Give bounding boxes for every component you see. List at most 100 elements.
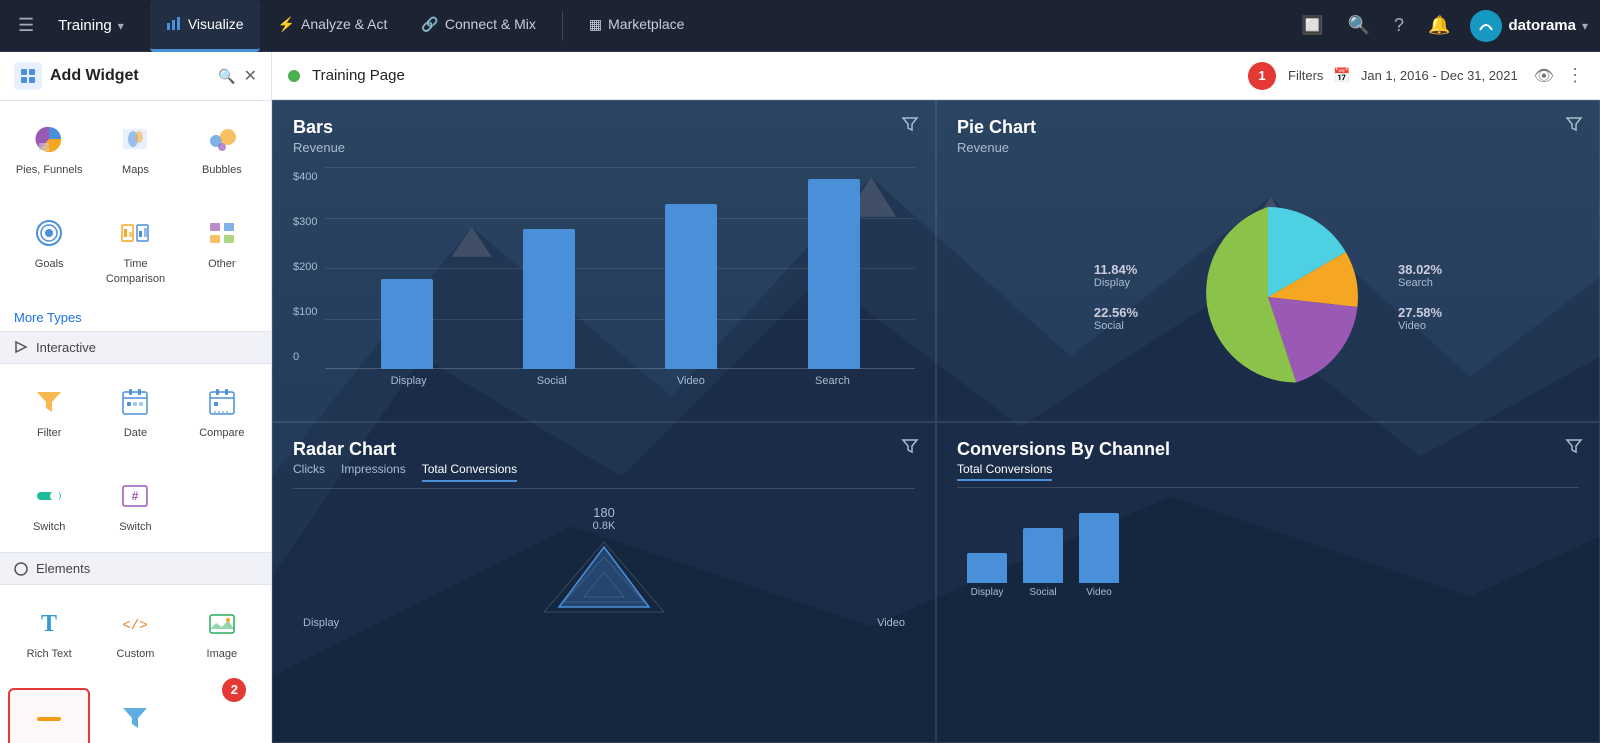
- pie-area: 11.84% Display 22.56% Social: [957, 167, 1579, 422]
- sidebar-header: Add Widget 🔍 ✕: [0, 52, 271, 101]
- widget-maps[interactable]: Maps: [94, 109, 176, 187]
- other-icon: [202, 213, 242, 253]
- page-name: Training Page: [312, 67, 1196, 84]
- training-label: Training: [58, 17, 112, 34]
- pie-subtitle: Revenue: [957, 140, 1579, 155]
- rich-text-label: Rich Text: [27, 647, 72, 661]
- conv-title: Conversions By Channel: [957, 439, 1579, 460]
- conv-label-display: Display: [971, 587, 1004, 598]
- connect-icon: 🔗: [421, 16, 438, 33]
- tab-clicks[interactable]: Clicks: [293, 462, 325, 482]
- notification-icon[interactable]: 🔔: [1424, 11, 1454, 40]
- interactive-widgets-grid: Filter Date Compare: [0, 364, 271, 458]
- bar-social-rect: [523, 229, 575, 369]
- legend-social: 22.56% Social: [1094, 305, 1138, 332]
- more-types-link[interactable]: More Types: [0, 304, 271, 331]
- sidebar-search-icon[interactable]: 🔍: [218, 68, 235, 85]
- pies-funnels-label: Pies, Funnels: [16, 163, 83, 177]
- hamburger-icon[interactable]: ☰: [12, 9, 40, 42]
- widget-switch1[interactable]: Switch: [8, 466, 90, 544]
- nav-right: 🔲 🔍 ? 🔔 datorama ▾: [1297, 10, 1588, 42]
- bar-social: [523, 229, 575, 369]
- training-dropdown[interactable]: Training ▾: [48, 11, 134, 40]
- filter-label: Filter: [37, 426, 61, 440]
- filters-label: Filters: [1288, 68, 1323, 83]
- y-label-100: $100: [293, 306, 317, 318]
- help-icon[interactable]: ?: [1390, 11, 1408, 40]
- custom-icon: </>: [115, 603, 155, 643]
- bar-chart-area: $400 $300 $200 $100 0: [293, 167, 915, 387]
- tab-connect[interactable]: 🔗 Connect & Mix: [405, 0, 551, 52]
- radar-label-display: Display: [303, 617, 339, 629]
- page-header: Training Page + 1 Filters 📅 Jan 1, 2016 …: [272, 52, 1600, 100]
- sidebar-close-icon[interactable]: ✕: [244, 66, 257, 86]
- filter-widget-icon: [29, 382, 69, 422]
- x-label-search: Search: [815, 375, 850, 387]
- svg-text:</>: </>: [123, 618, 148, 634]
- image-icon: [202, 603, 242, 643]
- widget-custom[interactable]: </> Custom: [94, 593, 176, 671]
- elements-widgets-grid: T Rich Text </> Custom Image: [0, 585, 271, 679]
- analyze-icon: ⚡: [278, 16, 295, 33]
- widget-time-comparison[interactable]: Time Comparison: [94, 203, 176, 296]
- top-nav: ☰ Training ▾ Visualize ⚡ Analyze & Act 🔗…: [0, 0, 1600, 52]
- widget-icon: [14, 62, 42, 90]
- pie-filter-icon[interactable]: [1565, 115, 1583, 138]
- tab-total-conversions[interactable]: Total Conversions: [422, 462, 517, 482]
- calendar-icon[interactable]: 📅: [1333, 67, 1350, 84]
- conv-bars: Display Social Video: [957, 498, 1579, 598]
- bars-subtitle: Revenue: [293, 140, 915, 155]
- widget-headers[interactable]: Headers: [8, 688, 90, 743]
- conv-tab-total[interactable]: Total Conversions: [957, 462, 1052, 481]
- widget-goals[interactable]: Goals: [8, 203, 90, 296]
- radar-svg: [534, 532, 674, 632]
- nav-tabs: Visualize ⚡ Analyze & Act 🔗 Connect & Mi…: [150, 0, 701, 52]
- maps-label: Maps: [122, 163, 149, 177]
- pie-legend-left: 11.84% Display 22.56% Social: [1094, 262, 1138, 332]
- search-icon[interactable]: 🔍: [1344, 11, 1374, 40]
- radar-filter-icon[interactable]: [901, 437, 919, 460]
- tab-marketplace[interactable]: ▦ Marketplace: [573, 0, 701, 52]
- visualize-icon: [166, 15, 182, 34]
- widget-switch2[interactable]: # Switch: [94, 466, 176, 544]
- bar-display: [381, 279, 433, 369]
- widget-bubbles[interactable]: Bubbles: [181, 109, 263, 187]
- widget-rich-text[interactable]: T Rich Text: [8, 593, 90, 671]
- pie-chart: Pie Chart Revenue 11.84% Display 22.56% …: [936, 100, 1600, 422]
- radar-center: 180 0.8K: [534, 505, 674, 632]
- widget-other[interactable]: Other: [181, 203, 263, 296]
- brand: datorama ▾: [1470, 10, 1588, 42]
- tab-analyze-label: Analyze & Act: [301, 16, 387, 32]
- radar-value-08k: 0.8K: [593, 520, 616, 532]
- bars-filter-icon[interactable]: [901, 115, 919, 138]
- tab-impressions[interactable]: Impressions: [341, 462, 406, 482]
- widget-filter[interactable]: Filter: [8, 372, 90, 450]
- conv-filter-icon[interactable]: [1565, 437, 1583, 460]
- main-layout: Add Widget 🔍 ✕ Pies, Funnels Maps: [0, 52, 1600, 743]
- pie-legend-right: 38.02% Search 27.58% Video: [1398, 262, 1442, 332]
- legend-video: 27.58% Video: [1398, 305, 1442, 332]
- radar-area: Display 180 0.8K Video: [293, 499, 915, 639]
- share-icon[interactable]: 🔲: [1297, 11, 1327, 40]
- elements-widgets-grid2: Headers Apply Filter 2: [0, 680, 271, 743]
- more-icon[interactable]: ⋮: [1566, 65, 1584, 86]
- bars-chart: Bars Revenue $400 $300 $200 $100 0: [272, 100, 936, 422]
- display-pct: 11.84%: [1094, 262, 1138, 277]
- radar-label-video: Video: [877, 617, 905, 629]
- bars-area: Display Social Video Search: [325, 167, 915, 387]
- widget-image[interactable]: Image: [181, 593, 263, 671]
- custom-label: Custom: [117, 647, 155, 661]
- eye-icon[interactable]: 👁: [1534, 66, 1554, 86]
- dashboard: Bars Revenue $400 $300 $200 $100 0: [272, 100, 1600, 743]
- interactive-section-header: Interactive: [0, 331, 271, 364]
- widget-compare[interactable]: Compare: [181, 372, 263, 450]
- widget-apply-filter[interactable]: Apply Filter 2: [94, 688, 176, 743]
- tab-visualize[interactable]: Visualize: [150, 0, 260, 52]
- widget-pies-funnels[interactable]: Pies, Funnels: [8, 109, 90, 187]
- nav-divider: [562, 11, 563, 41]
- video-pct: 27.58%: [1398, 305, 1442, 320]
- tab-analyze[interactable]: ⚡ Analyze & Act: [262, 0, 404, 52]
- widget-date[interactable]: Date: [94, 372, 176, 450]
- display-name: Display: [1094, 277, 1138, 289]
- brand-caret[interactable]: ▾: [1582, 19, 1588, 33]
